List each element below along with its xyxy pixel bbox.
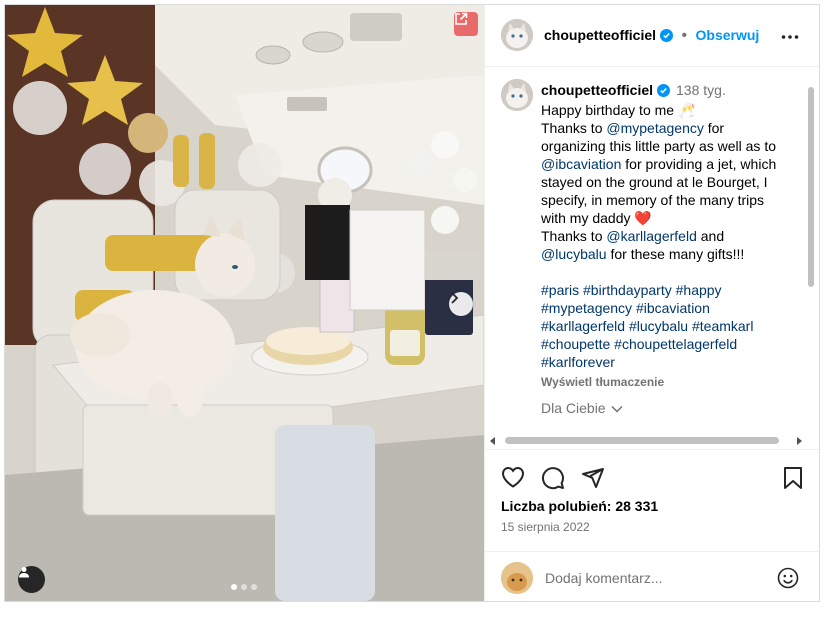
bookmark-icon[interactable]: [783, 466, 803, 495]
emoji-icon[interactable]: [777, 567, 799, 594]
post-header: choupetteofficiel • Obserwuj: [485, 5, 819, 67]
mention-mypetagency[interactable]: @mypetagency: [606, 120, 703, 136]
hashtags[interactable]: #paris #birthdayparty #happy #mypetagenc…: [541, 281, 789, 371]
caption-text: for these many gifts!!!: [606, 246, 745, 262]
share-icon[interactable]: [581, 466, 605, 495]
caption-text: Thanks to: [541, 120, 607, 136]
header-user-row: choupetteofficiel • Obserwuj: [544, 27, 759, 47]
avatar[interactable]: [501, 19, 533, 51]
caption-username[interactable]: choupetteofficiel: [541, 82, 653, 98]
current-user-avatar[interactable]: [501, 562, 533, 594]
carousel-dot: [251, 584, 257, 590]
likes-count[interactable]: Liczba polubień: 28 331: [501, 498, 658, 514]
post-caption: choupetteofficiel 138 tyg. Happy birthday…: [541, 81, 789, 391]
username[interactable]: choupetteofficiel: [544, 27, 656, 43]
caption-paragraph-2: Thanks to @karllagerfeld and @lucybalu f…: [541, 227, 789, 263]
separator-dot: •: [681, 27, 688, 44]
scroll-left-icon[interactable]: [489, 436, 497, 446]
post-actions: Liczba polubień: 28 331 15 sierpnia 2022: [485, 449, 819, 561]
scroll-right-icon[interactable]: [795, 436, 803, 446]
post-date[interactable]: 15 sierpnia 2022: [501, 520, 590, 534]
comments-area[interactable]: choupetteofficiel 138 tyg. Happy birthday…: [485, 67, 819, 447]
scrollbar-thumb[interactable]: [808, 87, 814, 287]
add-comment-bar: Dodaj komentarz...: [485, 551, 819, 601]
caption-text: Thanks to: [541, 228, 607, 244]
verified-badge-icon: [657, 83, 671, 101]
follow-button[interactable]: Obserwuj: [696, 27, 760, 43]
carousel-indicator: [231, 584, 257, 590]
caption-line-1: Happy birthday to me 🥂: [541, 102, 696, 118]
caption-paragraph-1: Thanks to @mypetagency for organizing th…: [541, 119, 789, 227]
open-external-icon[interactable]: [454, 12, 478, 36]
caption-header: choupetteofficiel 138 tyg.: [541, 81, 789, 101]
mention-karllagerfeld[interactable]: @karllagerfeld: [606, 228, 696, 244]
comment-input[interactable]: Dodaj komentarz...: [545, 570, 663, 586]
post-dialog: choupetteofficiel • Obserwuj choupetteof…: [4, 4, 820, 602]
carousel-dot: [231, 584, 237, 590]
caption-text: and: [696, 228, 725, 244]
for-you-toggle[interactable]: Dla Ciebie: [541, 400, 624, 416]
more-options-icon[interactable]: [781, 27, 799, 45]
caption-avatar[interactable]: [501, 79, 533, 111]
horizontal-scrollbar[interactable]: [489, 435, 805, 445]
post-photo[interactable]: [5, 5, 484, 601]
scrollbar-thumb[interactable]: [505, 437, 779, 444]
for-you-label: Dla Ciebie: [541, 400, 606, 416]
comment-icon[interactable]: [541, 466, 565, 495]
mention-lucybalu[interactable]: @lucybalu: [541, 246, 607, 262]
carousel-dot: [241, 584, 247, 590]
user-tag-icon[interactable]: [18, 566, 45, 593]
chevron-right-icon[interactable]: [449, 292, 473, 316]
mention-ibcaviation[interactable]: @ibcaviation: [541, 156, 621, 172]
heart-emoji: ❤️: [634, 210, 652, 226]
heart-icon[interactable]: [501, 466, 525, 493]
verified-badge-icon: [660, 29, 674, 47]
translate-link[interactable]: Wyświetl tłumaczenie: [541, 373, 789, 391]
vertical-scrollbar[interactable]: [807, 87, 815, 427]
post-side-panel: choupetteofficiel • Obserwuj choupetteof…: [484, 5, 819, 601]
post-age[interactable]: 138 tyg.: [676, 82, 726, 98]
photo-illustration: [5, 5, 484, 601]
chevron-down-icon: [611, 405, 624, 413]
